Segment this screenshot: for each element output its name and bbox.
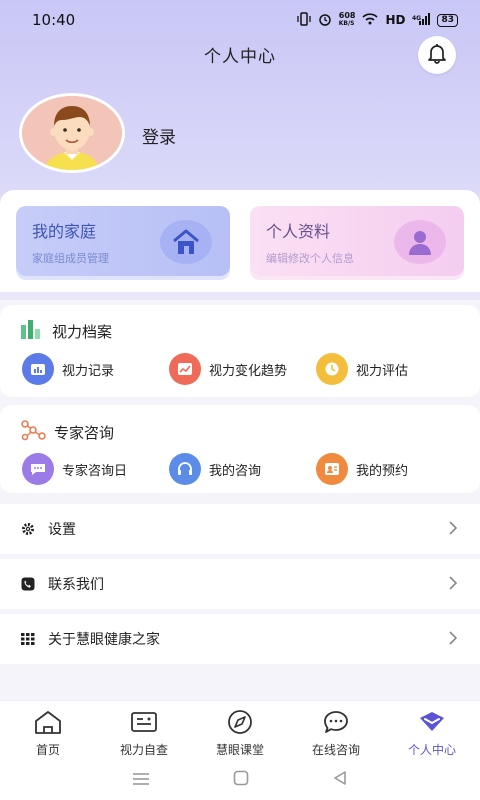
page-title: 个人中心 bbox=[204, 47, 276, 67]
status-icons: 608 KB/S HD 4G 83 bbox=[297, 12, 458, 29]
chevron-right-icon bbox=[448, 630, 458, 650]
user-card-icon bbox=[316, 453, 348, 485]
bell-icon bbox=[426, 42, 448, 68]
bottom-tab-bar: 首页 视力自查 慧眼课堂 在线咨询 个人中心 bbox=[0, 700, 480, 760]
menu-row-settings[interactable]: 设置 bbox=[0, 504, 480, 554]
tab-personal-center[interactable]: 个人中心 bbox=[384, 709, 480, 758]
item-label: 视力记录 bbox=[62, 363, 115, 379]
menu-row-contact[interactable]: 联系我们 bbox=[0, 559, 480, 609]
status-bar: 10:40 608 KB/S HD 4G 83 bbox=[0, 0, 480, 40]
expert-consult-section: 专家咨询 专家咨询日 我的咨询 我的预约 bbox=[0, 405, 480, 493]
hd-indicator: HD bbox=[385, 13, 406, 27]
bar-chart-icon bbox=[22, 353, 54, 385]
chevron-right-icon bbox=[448, 520, 458, 540]
item-label: 专家咨询日 bbox=[62, 463, 128, 479]
tab-classroom[interactable]: 慧眼课堂 bbox=[192, 709, 288, 758]
menu-label: 设置 bbox=[48, 522, 76, 538]
menu-label: 关于慧眼健康之家 bbox=[48, 632, 160, 648]
section-title: 视力档案 bbox=[52, 322, 113, 341]
status-time: 10:40 bbox=[32, 11, 76, 29]
tab-label: 首页 bbox=[35, 743, 60, 757]
svg-text:4G: 4G bbox=[412, 15, 421, 22]
section-header: 专家咨询 bbox=[20, 419, 114, 445]
tab-label: 个人中心 bbox=[407, 743, 456, 757]
avatar[interactable] bbox=[19, 93, 125, 173]
network-speed: 608 KB/S bbox=[338, 11, 356, 28]
item-label: 我的咨询 bbox=[209, 463, 262, 479]
section-header: 视力档案 bbox=[20, 319, 112, 343]
my-consultations-button[interactable]: 我的咨询 bbox=[169, 453, 316, 485]
gear-icon bbox=[20, 521, 36, 537]
menu-icon[interactable] bbox=[132, 771, 150, 790]
item-label: 视力变化趋势 bbox=[209, 363, 288, 379]
home-square-icon[interactable] bbox=[233, 770, 249, 790]
vibrate-icon bbox=[297, 11, 311, 29]
message-icon bbox=[321, 709, 351, 738]
vision-record-button[interactable]: 视力记录 bbox=[22, 353, 169, 385]
system-nav-bar bbox=[0, 760, 480, 800]
phone-icon bbox=[20, 576, 36, 592]
my-family-card[interactable]: 我的家庭 家庭组成员管理 bbox=[16, 206, 230, 276]
tab-home[interactable]: 首页 bbox=[0, 709, 96, 758]
person-icon bbox=[394, 220, 446, 264]
vision-assessment-button[interactable]: 视力评估 bbox=[316, 353, 463, 385]
menu-label: 联系我们 bbox=[48, 577, 104, 593]
wifi-icon bbox=[362, 12, 379, 28]
chat-bubble-icon bbox=[22, 453, 54, 485]
tab-label: 慧眼课堂 bbox=[215, 743, 264, 757]
chevron-right-icon bbox=[448, 575, 458, 595]
item-label: 我的预约 bbox=[356, 463, 409, 479]
network-nodes-icon bbox=[20, 419, 46, 445]
login-link[interactable]: 登录 bbox=[142, 123, 176, 148]
item-label: 视力评估 bbox=[356, 363, 409, 379]
section-title: 专家咨询 bbox=[54, 423, 115, 442]
home-icon bbox=[160, 220, 212, 264]
notification-button[interactable] bbox=[418, 36, 456, 74]
battery-indicator: 83 bbox=[437, 13, 458, 27]
eye-chart-icon bbox=[129, 709, 159, 738]
bar-chart-icon bbox=[20, 319, 44, 343]
tab-label: 在线咨询 bbox=[311, 743, 360, 757]
menu-row-about[interactable]: 关于慧眼健康之家 bbox=[0, 614, 480, 664]
trend-chart-icon bbox=[169, 353, 201, 385]
signal-icon: 4G bbox=[412, 12, 431, 28]
tab-label: 视力自查 bbox=[119, 743, 168, 757]
vision-records-section: 视力档案 视力记录 视力变化趋势 视力评估 bbox=[0, 305, 480, 397]
back-icon[interactable] bbox=[332, 770, 348, 790]
tab-online-consult[interactable]: 在线咨询 bbox=[288, 709, 384, 758]
my-appointments-button[interactable]: 我的预约 bbox=[316, 453, 463, 485]
my-profile-card[interactable]: 个人资料 编辑修改个人信息 bbox=[250, 206, 464, 276]
clock-icon bbox=[316, 353, 348, 385]
diamond-icon bbox=[417, 709, 447, 738]
alarm-icon bbox=[318, 12, 332, 29]
expert-consult-day-button[interactable]: 专家咨询日 bbox=[22, 453, 169, 485]
headset-icon bbox=[169, 453, 201, 485]
compass-icon bbox=[225, 709, 255, 738]
grid-icon bbox=[20, 631, 36, 647]
tab-vision-selfcheck[interactable]: 视力自查 bbox=[96, 709, 192, 758]
vision-trend-button[interactable]: 视力变化趋势 bbox=[169, 353, 316, 385]
home-icon bbox=[33, 709, 63, 738]
